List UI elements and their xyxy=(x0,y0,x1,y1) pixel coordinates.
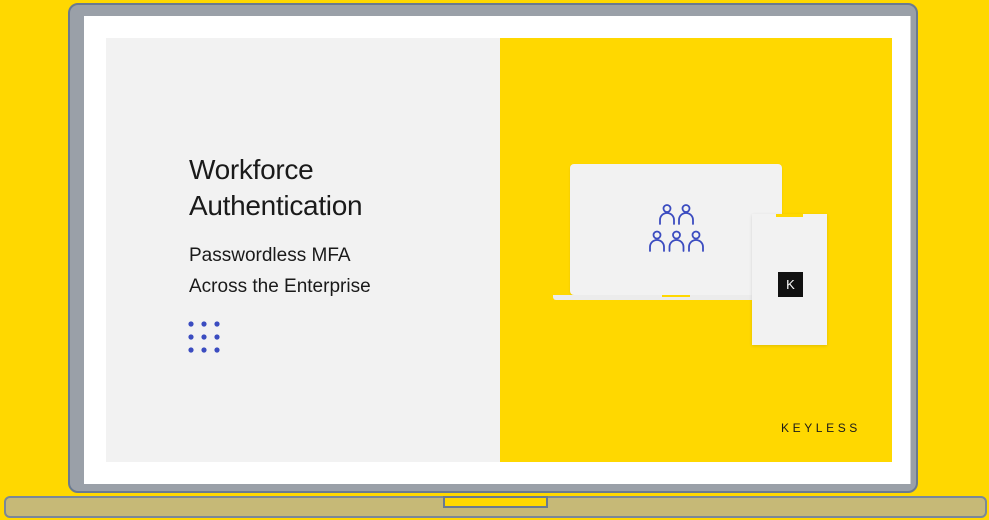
slide-title-line-1: Workforce xyxy=(189,154,314,185)
dot-grid-icon xyxy=(188,321,220,353)
slide-subtitle-line-2: Across the Enterprise xyxy=(189,276,371,297)
brand-wordmark: KEYLESS xyxy=(781,421,861,435)
illustration-phone-notch xyxy=(776,214,803,217)
laptop-base-notch xyxy=(443,496,548,508)
slide-title-line-2: Authentication xyxy=(189,190,363,221)
slide-title: Workforce Authentication xyxy=(189,152,363,224)
keyless-k-logo: K xyxy=(778,272,803,297)
k-logo-letter: K xyxy=(786,277,795,292)
illustration-laptop-notch xyxy=(662,295,690,297)
slide-subtitle-line-1: Passwordless MFA xyxy=(189,245,351,266)
people-group-icon xyxy=(649,204,704,252)
slide-subtitle: Passwordless MFA Across the Enterprise xyxy=(189,240,371,302)
